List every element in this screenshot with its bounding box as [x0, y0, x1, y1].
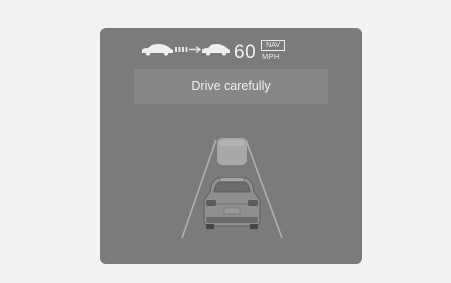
road-scene: [181, 138, 283, 239]
screen: 60 NAV MPH Drive carefully: [0, 0, 451, 283]
vehicle-ahead-icon: [217, 138, 247, 165]
own-vehicle-icon: [200, 177, 264, 229]
cluster-display-panel: 60 NAV MPH Drive carefully: [100, 28, 362, 264]
